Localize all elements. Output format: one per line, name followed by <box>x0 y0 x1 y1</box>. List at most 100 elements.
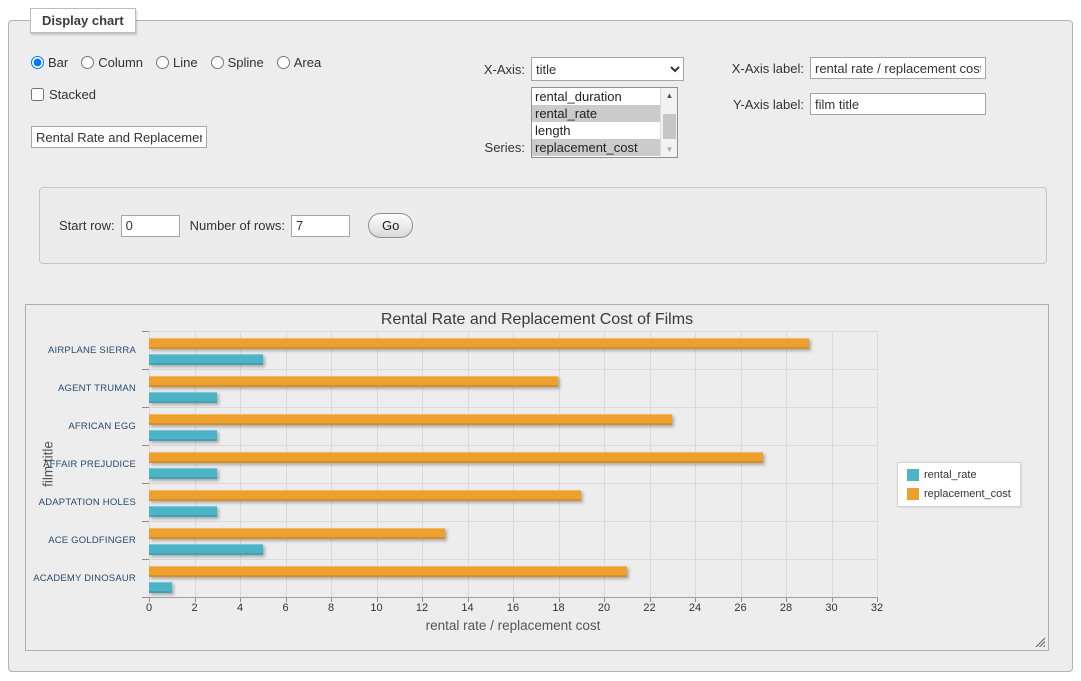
series-scrollbar[interactable]: ▲ ▼ <box>660 88 677 157</box>
legend-item-rental_rate[interactable]: rental_rate <box>907 469 1011 481</box>
radio-option-spline[interactable]: Spline <box>211 55 264 70</box>
series-option-rental_duration[interactable]: rental_duration <box>532 88 660 105</box>
gridline-vertical <box>786 331 787 597</box>
bar-replacement_cost <box>149 528 445 539</box>
chart-area: Rental Rate and Replacement Cost of Film… <box>25 304 1049 651</box>
x-tick-label: 20 <box>584 602 624 614</box>
x-tick-label: 8 <box>311 602 351 614</box>
legend-item-replacement_cost[interactable]: replacement_cost <box>907 488 1011 500</box>
radio-input-spline[interactable] <box>211 56 224 69</box>
x-tick-label: 18 <box>539 602 579 614</box>
gridline-vertical <box>741 331 742 597</box>
gridline-horizontal <box>149 445 877 446</box>
y-tick-mark <box>142 597 149 598</box>
series-option-rental_rate[interactable]: rental_rate <box>532 105 660 122</box>
gridline-horizontal <box>149 521 877 522</box>
radio-label: Column <box>98 55 143 70</box>
row-controls-box: Start row: Number of rows: Go <box>39 187 1047 264</box>
y-tick-mark <box>142 407 149 408</box>
legend-label: replacement_cost <box>924 488 1011 500</box>
x-tick-label: 24 <box>675 602 715 614</box>
gridline-vertical <box>422 331 423 597</box>
chart-legend: rental_rate replacement_cost <box>897 462 1021 507</box>
num-rows-input[interactable] <box>291 215 350 237</box>
bar-replacement_cost <box>149 452 763 463</box>
x-tick-label: 26 <box>721 602 761 614</box>
x-axis-label-input[interactable] <box>810 57 986 79</box>
radio-input-column[interactable] <box>81 56 94 69</box>
gridline-vertical <box>468 331 469 597</box>
gridline-vertical <box>149 331 150 597</box>
x-tick-label: 22 <box>630 602 670 614</box>
gridline-vertical <box>513 331 514 597</box>
bar-rental_rate <box>149 354 263 365</box>
radio-input-line[interactable] <box>156 56 169 69</box>
y-tick-mark <box>142 445 149 446</box>
x-tick-label: 0 <box>129 602 169 614</box>
series-option-length[interactable]: length <box>532 122 660 139</box>
category-label: ACE GOLDFINGER <box>26 521 143 559</box>
radio-input-area[interactable] <box>277 56 290 69</box>
radio-input-bar[interactable] <box>31 56 44 69</box>
x-axis-select[interactable]: title <box>531 57 684 81</box>
gridline-horizontal <box>149 483 877 484</box>
category-label: AIRPLANE SIERRA <box>26 331 143 369</box>
scroll-down-icon[interactable]: ▼ <box>661 142 678 157</box>
chart-title-input[interactable] <box>31 126 207 148</box>
start-row-input[interactable] <box>121 215 180 237</box>
chart-title: Rental Rate and Replacement Cost of Film… <box>26 311 1048 329</box>
stacked-checkbox[interactable] <box>31 88 44 101</box>
gridline-vertical <box>877 331 878 597</box>
gridline-horizontal <box>149 369 877 370</box>
scroll-up-icon[interactable]: ▲ <box>661 88 678 103</box>
x-tick-label: 4 <box>220 602 260 614</box>
y-axis-label-input[interactable] <box>810 93 986 115</box>
x-axis-field-row: X-Axis: title <box>475 57 684 81</box>
gridline-vertical <box>240 331 241 597</box>
scrollbar-thumb[interactable] <box>663 114 676 139</box>
radio-option-column[interactable]: Column <box>81 55 143 70</box>
bar-rental_rate <box>149 544 263 555</box>
radio-option-bar[interactable]: Bar <box>31 55 68 70</box>
panel-legend: Display chart <box>30 8 136 33</box>
series-options: rental_durationrental_ratelengthreplacem… <box>532 88 660 156</box>
x-axis-label-label: X-Axis label: <box>728 61 804 76</box>
y-tick-mark <box>142 559 149 560</box>
gridline-vertical <box>195 331 196 597</box>
num-rows-label: Number of rows: <box>190 218 285 233</box>
radio-label: Bar <box>48 55 68 70</box>
y-tick-mark <box>142 521 149 522</box>
series-option-replacement_cost[interactable]: replacement_cost <box>532 139 660 156</box>
stacked-checkbox-row[interactable]: Stacked <box>31 87 96 102</box>
x-tick-label: 6 <box>266 602 306 614</box>
gridline-vertical <box>832 331 833 597</box>
category-label: AGENT TRUMAN <box>26 369 143 407</box>
chart-x-axis-title: rental rate / replacement cost <box>149 618 877 633</box>
category-label: ADAPTATION HOLES <box>26 483 143 521</box>
gridline-horizontal <box>149 407 877 408</box>
bar-rental_rate <box>149 468 217 479</box>
series-listbox[interactable]: rental_durationrental_ratelengthreplacem… <box>531 87 678 158</box>
gridline-vertical <box>559 331 560 597</box>
chart-type-radio-group: Bar Column Line Spline Area <box>31 55 321 70</box>
x-tick-label: 28 <box>766 602 806 614</box>
x-tick-label: 16 <box>493 602 533 614</box>
series-select-label: Series: <box>475 140 525 155</box>
legend-swatch-icon <box>907 469 919 481</box>
radio-label: Spline <box>228 55 264 70</box>
x-tick-label: 12 <box>402 602 442 614</box>
start-row-label: Start row: <box>59 218 115 233</box>
resize-handle-icon[interactable] <box>1034 636 1045 647</box>
y-tick-mark <box>142 331 149 332</box>
radio-option-area[interactable]: Area <box>277 55 321 70</box>
x-tick-label: 30 <box>812 602 852 614</box>
gridline-vertical <box>377 331 378 597</box>
bar-replacement_cost <box>149 376 558 387</box>
category-label: ACADEMY DINOSAUR <box>26 559 143 597</box>
radio-label: Area <box>294 55 321 70</box>
y-axis-label-label: Y-Axis label: <box>728 97 804 112</box>
gridline-vertical <box>695 331 696 597</box>
display-chart-panel: Display chart BarColumnLineSplineArea St… <box>8 20 1073 672</box>
radio-option-line[interactable]: Line <box>156 55 198 70</box>
go-button[interactable]: Go <box>368 213 413 238</box>
